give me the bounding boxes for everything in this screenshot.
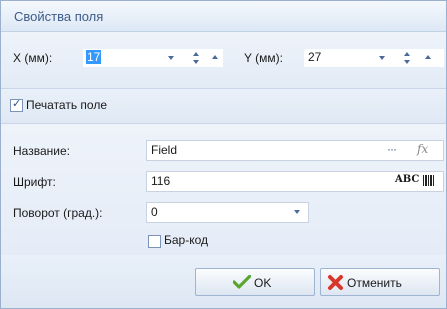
- font-field[interactable]: 116 ABC: [146, 171, 444, 192]
- cancel-button[interactable]: Отменить: [320, 268, 440, 296]
- y-value[interactable]: 27: [308, 50, 321, 64]
- y-increment-icon[interactable]: [424, 54, 432, 60]
- name-value[interactable]: Field: [151, 143, 177, 157]
- y-stepper-icon[interactable]: [402, 50, 412, 66]
- x-increment-icon[interactable]: [211, 54, 219, 60]
- rotation-dropdown-icon[interactable]: [293, 209, 301, 215]
- rotation-select[interactable]: 0: [146, 202, 309, 223]
- abc-font-icon[interactable]: ABC: [395, 174, 419, 185]
- y-spin-input[interactable]: 27: [304, 49, 444, 67]
- x-label: X (мм):: [13, 51, 53, 65]
- y-dropdown-icon[interactable]: [378, 55, 386, 61]
- print-field-label[interactable]: Печатать поле: [26, 98, 107, 112]
- button-bar: OK Отменить: [1, 255, 446, 308]
- name-field[interactable]: Field ··· fx: [146, 140, 444, 161]
- barcode-checkbox[interactable]: [148, 235, 161, 248]
- barcode-label[interactable]: Бар-код: [164, 233, 208, 247]
- name-label: Название:: [13, 144, 70, 158]
- x-value[interactable]: 17: [86, 50, 102, 64]
- coordinates-panel: X (мм): 17 Y (мм): 27: [1, 32, 446, 89]
- barcode-font-icon[interactable]: [423, 175, 435, 186]
- checkmark-icon: [233, 275, 251, 289]
- dialog-title: Свойства поля: [14, 9, 104, 24]
- ok-label: OK: [254, 276, 272, 290]
- y-label: Y (мм):: [244, 51, 283, 65]
- rotation-label: Поворот (град.):: [13, 206, 103, 220]
- function-icon[interactable]: fx: [417, 142, 428, 156]
- field-properties-dialog: Свойства поля X (мм): 17 Y (мм): 27 Печа…: [0, 0, 447, 309]
- font-value[interactable]: 116: [151, 174, 170, 188]
- x-spin-input[interactable]: 17: [83, 49, 223, 67]
- font-label: Шрифт:: [13, 175, 56, 189]
- ellipsis-button[interactable]: ···: [387, 142, 397, 156]
- properties-panel: Название: Field ··· fx Шрифт: 116 ABC По…: [1, 124, 446, 255]
- ok-button[interactable]: OK: [195, 268, 315, 296]
- print-field-row: Печатать поле: [1, 89, 446, 124]
- cancel-label: Отменить: [347, 276, 402, 290]
- print-field-checkbox[interactable]: [10, 97, 23, 112]
- cancel-x-icon: [328, 275, 343, 290]
- x-stepper-icon[interactable]: [191, 50, 201, 66]
- x-dropdown-icon[interactable]: [167, 55, 175, 61]
- rotation-value[interactable]: 0: [151, 205, 158, 219]
- title-bar: Свойства поля: [1, 1, 446, 32]
